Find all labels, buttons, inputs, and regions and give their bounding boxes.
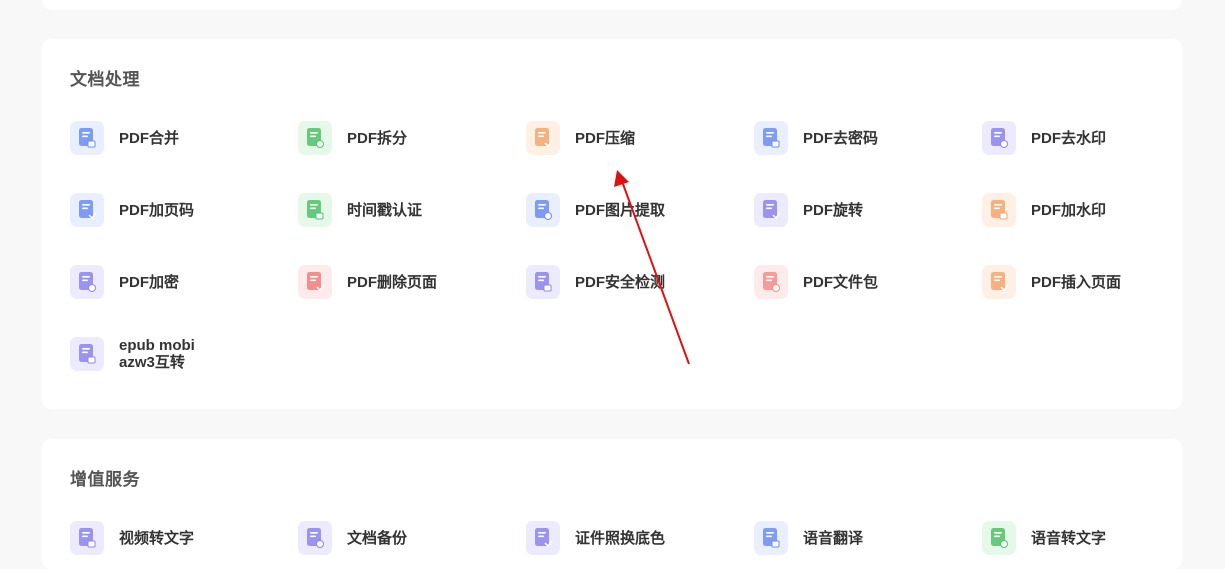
tool-pdf-add-watermark[interactable]: PDF加水印 (982, 192, 1182, 228)
pdf-image-extract-icon (526, 193, 560, 227)
tool-label: PDF加密 (119, 273, 180, 291)
tool-label: PDF旋转 (803, 201, 864, 219)
tool-label: PDF安全检测 (575, 273, 666, 291)
speech-to-text-icon (982, 521, 1016, 555)
tool-label: PDF插入页面 (1031, 273, 1122, 291)
tool-pdf-encrypt[interactable]: PDF加密 (70, 264, 270, 300)
tool-pdf-split[interactable]: PDF拆分 (298, 120, 498, 156)
tool-label: epub mobi azw3互转 (119, 337, 195, 371)
timestamp-icon (298, 193, 332, 227)
tool-label: PDF去密码 (803, 129, 879, 147)
tool-pdf-insert-page[interactable]: PDF插入页面 (982, 264, 1182, 300)
tool-pdf-image-extract[interactable]: PDF图片提取 (526, 192, 726, 228)
tool-id-photo[interactable]: 证件照换底色 (526, 520, 726, 556)
tool-label: 视频转文字 (119, 529, 195, 547)
pdf-remove-watermark-icon (982, 121, 1016, 155)
video-to-text-icon (70, 521, 104, 555)
tool-pdf-merge[interactable]: PDF合并 (70, 120, 270, 156)
tool-pdf-security-check[interactable]: PDF安全检测 (526, 264, 726, 300)
tool-label: PDF文件包 (803, 273, 879, 291)
tool-ebook-convert[interactable]: epub mobi azw3互转 (70, 336, 270, 372)
pdf-compress-icon (526, 121, 560, 155)
tool-label: PDF图片提取 (575, 201, 666, 219)
tool-label: 时间戳认证 (347, 201, 423, 219)
tool-voice-translate[interactable]: 语音翻译 (754, 520, 954, 556)
tool-label: PDF删除页面 (347, 273, 438, 291)
tool-label: PDF拆分 (347, 129, 408, 147)
voice-translate-icon (754, 521, 788, 555)
id-photo-icon (526, 521, 560, 555)
pdf-insert-page-icon (982, 265, 1016, 299)
section-title: 增值服务 (70, 470, 140, 489)
tool-pdf-rotate[interactable]: PDF旋转 (754, 192, 954, 228)
tool-label: PDF加水印 (1031, 201, 1107, 219)
pdf-package-icon (754, 265, 788, 299)
tool-speech-to-text[interactable]: 语音转文字 (982, 520, 1182, 556)
tool-pdf-compress[interactable]: PDF压缩 (526, 120, 726, 156)
tool-label: 语音转文字 (1031, 529, 1107, 547)
tool-pdf-delete-page[interactable]: PDF删除页面 (298, 264, 498, 300)
ebook-convert-icon (70, 337, 104, 371)
tool-timestamp[interactable]: 时间戳认证 (298, 192, 498, 228)
pdf-merge-icon (70, 121, 104, 155)
tool-label: 语音翻译 (803, 529, 864, 547)
tool-doc-backup[interactable]: 文档备份 (298, 520, 498, 556)
tool-pdf-remove-password[interactable]: PDF去密码 (754, 120, 954, 156)
pdf-security-check-icon (526, 265, 560, 299)
tool-label: PDF去水印 (1031, 129, 1107, 147)
section-title: 文档处理 (70, 70, 140, 89)
doc-backup-icon (298, 521, 332, 555)
doc-processing-card: 文档处理 PDF合并 PDF拆分 PDF压缩 PDF去密码 PDF去水印 PDF加页码 时间… (42, 39, 1182, 409)
pdf-add-watermark-icon (982, 193, 1016, 227)
pdf-delete-page-icon (298, 265, 332, 299)
previous-section-card (42, 0, 1182, 10)
tool-pdf-remove-watermark[interactable]: PDF去水印 (982, 120, 1182, 156)
value-added-services-card: 增值服务 视频转文字 文档备份 证件照换底色 语音翻译 语音转文字 (42, 439, 1182, 569)
tool-label: PDF压缩 (575, 129, 636, 147)
tool-video-to-text[interactable]: 视频转文字 (70, 520, 270, 556)
pdf-remove-password-icon (754, 121, 788, 155)
tool-label: 文档备份 (347, 529, 408, 547)
tool-label: PDF加页码 (119, 201, 195, 219)
tool-pdf-package[interactable]: PDF文件包 (754, 264, 954, 300)
pdf-add-page-number-icon (70, 193, 104, 227)
tool-pdf-add-page-number[interactable]: PDF加页码 (70, 192, 270, 228)
tool-label: PDF合并 (119, 129, 180, 147)
tool-label: 证件照换底色 (575, 529, 666, 547)
pdf-split-icon (298, 121, 332, 155)
pdf-encrypt-icon (70, 265, 104, 299)
pdf-rotate-icon (754, 193, 788, 227)
